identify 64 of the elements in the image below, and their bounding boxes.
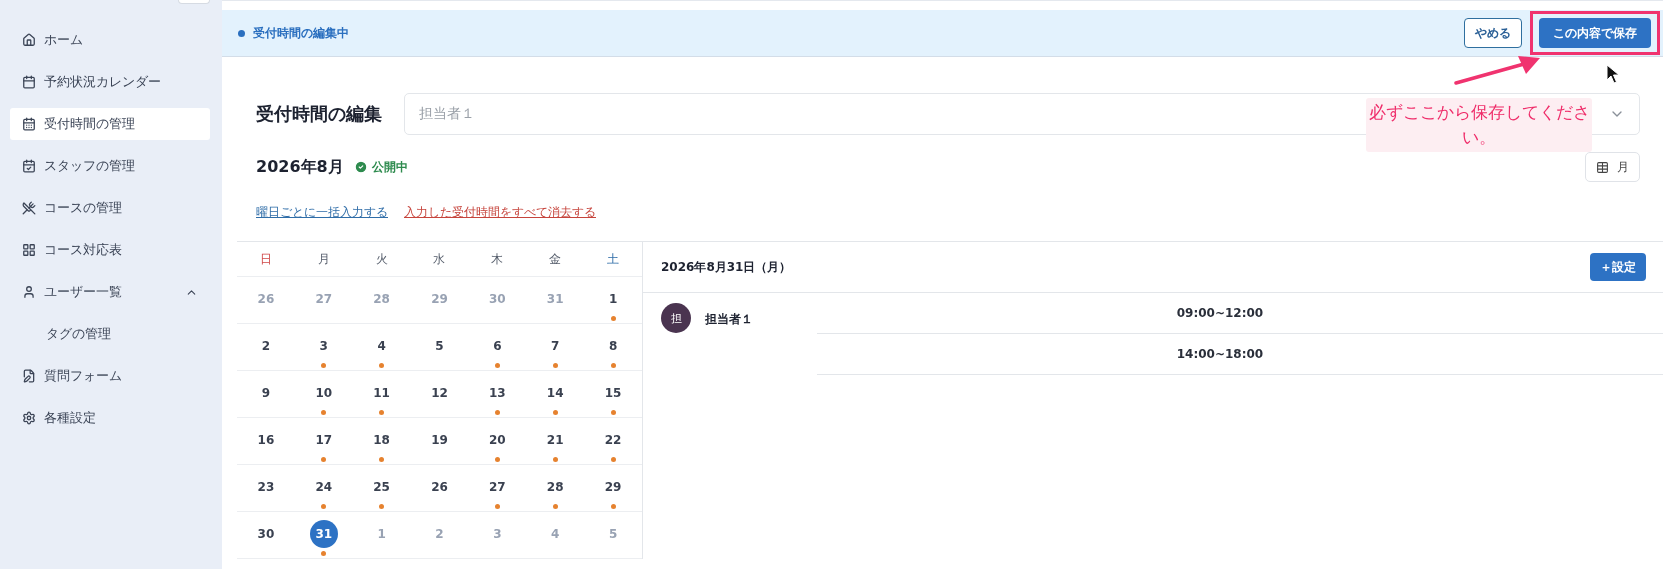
calendar-day[interactable]: 15 bbox=[599, 379, 628, 407]
calendar-day[interactable]: 26 bbox=[425, 473, 454, 501]
calendar-day[interactable]: 9 bbox=[251, 379, 280, 407]
calendar-day[interactable]: 4 bbox=[367, 332, 396, 360]
publish-status: 公開中 bbox=[353, 158, 408, 176]
calendar-day[interactable]: 17 bbox=[309, 426, 338, 454]
calendar-day[interactable]: 3 bbox=[309, 332, 338, 360]
weekday-label: 日 bbox=[259, 250, 272, 268]
calendar-day[interactable]: 7 bbox=[541, 332, 570, 360]
calendar-day[interactable]: 12 bbox=[425, 379, 454, 407]
selected-date: 2026年8月31日（月） bbox=[661, 258, 792, 276]
calendar-day[interactable]: 6 bbox=[483, 332, 512, 360]
cancel-button[interactable]: やめる bbox=[1464, 18, 1522, 48]
page-title: 受付時間の編集 bbox=[256, 102, 382, 126]
calendar-day[interactable]: 22 bbox=[599, 426, 628, 454]
weekday-label: 土 bbox=[607, 250, 620, 268]
weekday-label: 水 bbox=[433, 250, 446, 268]
avatar: 担 bbox=[661, 303, 691, 333]
weekday-label: 月 bbox=[317, 250, 330, 268]
calendar-day[interactable]: 27 bbox=[483, 473, 512, 501]
calendar-day[interactable]: 14 bbox=[541, 379, 570, 407]
calendar-day[interactable]: 23 bbox=[251, 473, 280, 501]
weekday-label: 火 bbox=[375, 250, 388, 268]
calendar-day[interactable]: 19 bbox=[425, 426, 454, 454]
sidebar-item[interactable]: ユーザー一覧 bbox=[10, 276, 210, 308]
sidebar-item[interactable]: 各種設定 bbox=[10, 402, 210, 434]
annotation-note: 必ずここから保存してください。 bbox=[1366, 98, 1592, 152]
calendar-day[interactable]: 28 bbox=[541, 473, 570, 501]
calendar-day[interactable]: 10 bbox=[309, 379, 338, 407]
sidebar-item[interactable]: 受付時間の管理 bbox=[10, 108, 210, 140]
month-label: 2026年8月 bbox=[256, 156, 344, 178]
calendar-day[interactable]: 21 bbox=[541, 426, 570, 454]
calendar-day[interactable]: 25 bbox=[367, 473, 396, 501]
view-button[interactable]: 月 bbox=[1585, 152, 1640, 182]
add-button[interactable]: ＋設定 bbox=[1590, 253, 1646, 281]
calendar-day[interactable]: 8 bbox=[599, 332, 628, 360]
sidebar-subitem[interactable]: タグの管理 bbox=[10, 318, 210, 350]
staff-name: 担当者１ bbox=[705, 311, 753, 328]
sidebar-item[interactable]: コースの管理 bbox=[10, 192, 210, 224]
calendar-day[interactable]: 20 bbox=[483, 426, 512, 454]
save-button[interactable]: この内容で保存 bbox=[1539, 18, 1651, 48]
time-slot: 09:00~12:00 bbox=[817, 293, 1663, 334]
sidebar-item[interactable]: 予約状況カレンダー bbox=[10, 66, 210, 98]
calendar-day[interactable]: 1 bbox=[599, 285, 628, 313]
sidebar-item[interactable]: スタッフの管理 bbox=[10, 150, 210, 182]
calendar-day[interactable]: 11 bbox=[367, 379, 396, 407]
editing-status: 受付時間の編集中 bbox=[253, 24, 349, 42]
bulk-input-link[interactable]: 曜日ごとに一括入力する bbox=[256, 203, 388, 221]
calendar-day[interactable]: 16 bbox=[251, 426, 280, 454]
calendar-day[interactable]: 13 bbox=[483, 379, 512, 407]
sidebar-item[interactable]: コース対応表 bbox=[10, 234, 210, 266]
calendar-day[interactable]: 30 bbox=[251, 520, 280, 548]
calendar-day[interactable]: 5 bbox=[425, 332, 454, 360]
calendar-day[interactable]: 2 bbox=[251, 332, 280, 360]
weekday-label: 金 bbox=[549, 250, 562, 268]
calendar-day[interactable]: 24 bbox=[309, 473, 338, 501]
sidebar-item[interactable]: 質問フォーム bbox=[10, 360, 210, 392]
weekday-label: 木 bbox=[491, 250, 504, 268]
calendar-day[interactable]: 31 bbox=[309, 520, 338, 548]
time-slot: 14:00~18:00 bbox=[817, 334, 1663, 375]
calendar-day[interactable]: 29 bbox=[599, 473, 628, 501]
sidebar-item[interactable]: ホーム bbox=[10, 24, 210, 56]
calendar-day[interactable]: 18 bbox=[367, 426, 396, 454]
clear-link[interactable]: 入力した受付時間をすべて消去する bbox=[404, 203, 596, 221]
